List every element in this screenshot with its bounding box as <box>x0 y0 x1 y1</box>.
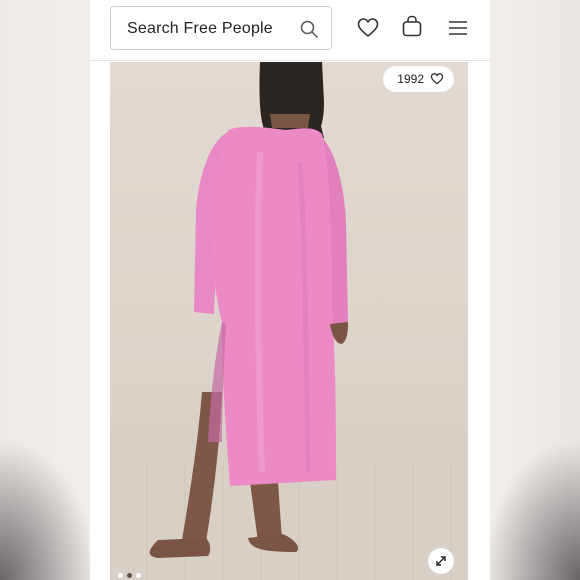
search-icon[interactable] <box>299 19 319 39</box>
carousel-indicator <box>118 573 141 578</box>
carousel-dot-active[interactable] <box>127 573 132 578</box>
model-illustration <box>149 62 348 558</box>
search-placeholder: Search Free People <box>127 20 273 37</box>
shopping-bag-icon[interactable] <box>400 14 424 38</box>
mobile-page: Search Free People 1992 <box>90 0 490 580</box>
expand-icon <box>436 556 446 566</box>
heart-icon[interactable] <box>356 16 380 40</box>
carousel-dot[interactable] <box>118 573 123 578</box>
heart-icon <box>430 73 444 85</box>
menu-icon[interactable] <box>446 16 470 40</box>
product-image[interactable]: 1992 <box>110 62 468 580</box>
likes-count: 1992 <box>397 72 424 86</box>
site-header: Search Free People <box>90 0 490 61</box>
expand-button[interactable] <box>428 548 454 574</box>
likes-button[interactable]: 1992 <box>383 66 454 92</box>
carousel-dot[interactable] <box>136 573 141 578</box>
search-input[interactable]: Search Free People <box>110 6 332 50</box>
